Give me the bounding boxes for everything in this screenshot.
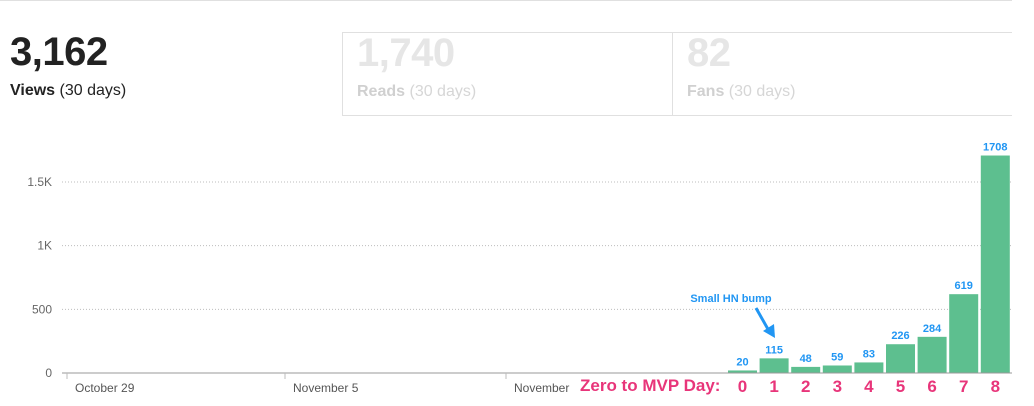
bar[interactable] (791, 366, 821, 373)
mvp-day-number: 6 (927, 377, 936, 396)
x-tick-label: November (514, 381, 569, 395)
mvp-day-number: 8 (991, 377, 1000, 396)
mvp-day-number: 5 (896, 377, 905, 396)
bar-value-label: 1708 (983, 142, 1007, 154)
bar-value-label: 83 (863, 348, 875, 360)
bar[interactable] (980, 155, 1010, 373)
y-axis-ticks: 0 500 1K 1.5K (27, 175, 52, 380)
bar-value-label: 619 (955, 280, 973, 292)
y-tick-label: 0 (45, 366, 52, 380)
bar[interactable] (822, 365, 852, 373)
bar[interactable] (854, 362, 884, 373)
chart-grid (62, 181, 1012, 310)
bar-value-label: 115 (765, 344, 783, 356)
x-tick-label: October 29 (75, 381, 135, 395)
bar[interactable] (759, 358, 789, 373)
mvp-label: Zero to MVP Day: (580, 376, 720, 395)
bar-value-label: 20 (736, 356, 748, 368)
y-tick-label: 1K (37, 239, 52, 253)
bar-value-label: 48 (800, 353, 812, 365)
bar[interactable] (949, 294, 979, 373)
mvp-day-number: 7 (959, 377, 968, 396)
y-tick-label: 500 (32, 302, 52, 316)
x-tick-label: November 5 (293, 381, 359, 395)
mvp-day-number: 2 (801, 377, 810, 396)
mvp-day-number: 4 (864, 377, 874, 396)
mvp-day-number: 1 (769, 377, 778, 396)
bar-value-label: 284 (923, 323, 942, 335)
hn-annotation-arrow (754, 307, 771, 332)
hn-annotation-label: Small HN bump (690, 293, 772, 305)
views-chart: 05001K1.5K 20201151154848 5959 83832262262… (27, 140, 1012, 398)
bar[interactable] (917, 336, 947, 373)
bar-value-label: 226 (891, 330, 909, 342)
mvp-day-number: 0 (738, 377, 747, 396)
chart-bars (728, 155, 1010, 373)
y-tick-label: 1.5K (27, 175, 52, 189)
mvp-day-number: 3 (833, 377, 842, 396)
bar[interactable] (886, 344, 915, 373)
bar-value-label: 59 (831, 351, 843, 363)
